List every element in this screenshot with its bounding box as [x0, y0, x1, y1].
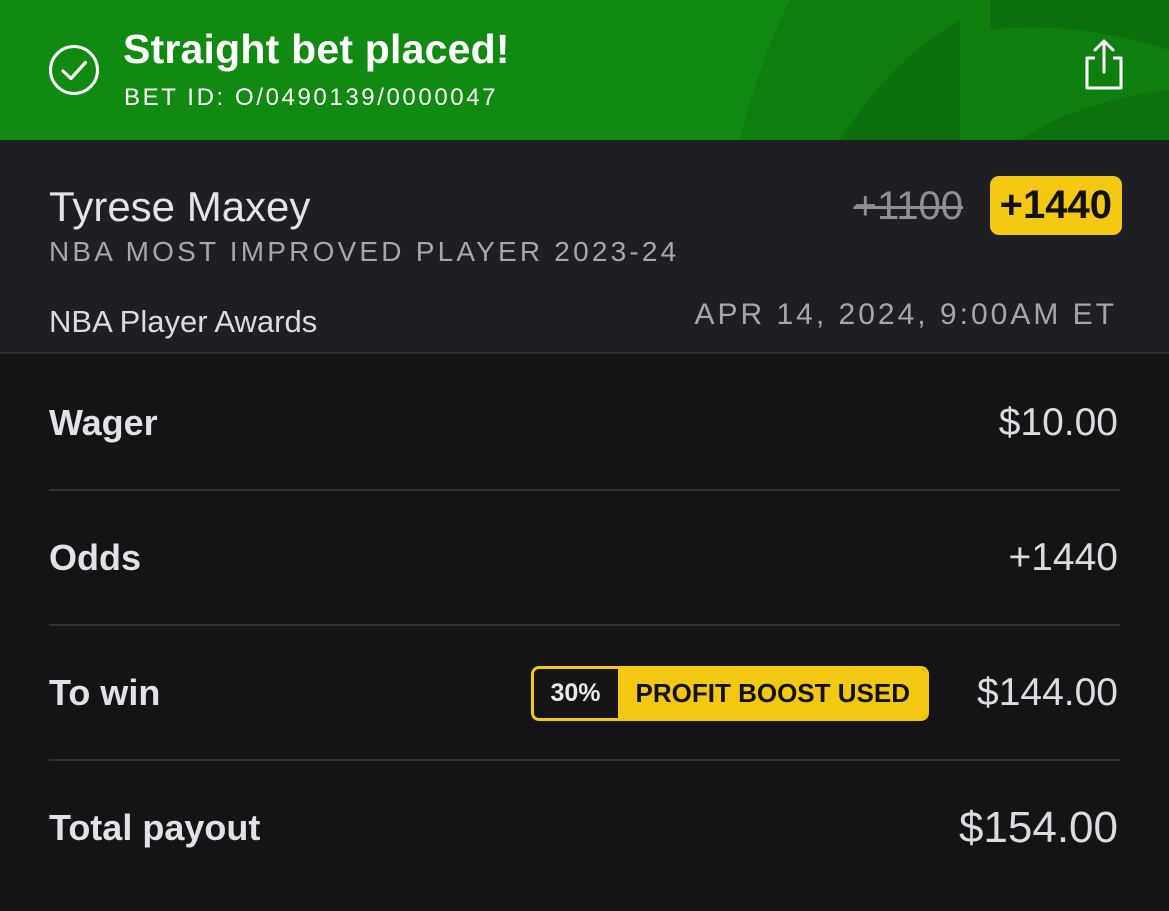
bet-confirmation-screen: Straight bet placed! BET ID: O/0490139/0…: [0, 0, 1169, 911]
to-win-label: To win: [49, 672, 161, 713]
share-icon[interactable]: [1080, 38, 1128, 92]
total-payout-row: Total payout $154.00: [49, 761, 1120, 896]
odds-label: Odds: [49, 537, 142, 578]
wager-value: $10.00: [998, 401, 1118, 444]
player-name: Tyrese Maxey: [49, 183, 311, 230]
profit-boost-badge: 30% PROFIT BOOST USED: [530, 666, 929, 721]
boost-percent: 30%: [533, 669, 618, 718]
boosted-odds-badge: +1440: [989, 176, 1122, 235]
total-payout-label: Total payout: [49, 807, 261, 848]
market-name: NBA MOST IMPROVED PLAYER 2023-24: [49, 236, 680, 267]
boost-label: PROFIT BOOST USED: [617, 669, 926, 718]
bet-id: BET ID: O/0490139/0000047: [124, 84, 499, 111]
bet-selection-card: Tyrese Maxey NBA MOST IMPROVED PLAYER 20…: [0, 140, 1169, 354]
odds-row: Odds +1440: [49, 491, 1120, 626]
original-odds: +1100: [853, 184, 963, 228]
to-win-value: $144.00: [977, 671, 1118, 714]
wager-label: Wager: [49, 402, 158, 443]
check-circle-icon: [49, 45, 99, 95]
event-time: APR 14, 2024, 9:00AM ET: [694, 298, 1117, 331]
wager-row: Wager $10.00: [49, 356, 1120, 491]
event-name: NBA Player Awards: [49, 304, 318, 339]
odds-value: +1440: [1008, 536, 1118, 579]
to-win-row: To win 30% PROFIT BOOST USED $144.00: [49, 626, 1120, 761]
bet-details: Wager $10.00 Odds +1440 To win 30% PROFI…: [0, 356, 1169, 896]
bet-placed-banner: Straight bet placed! BET ID: O/0490139/0…: [0, 0, 1169, 140]
total-payout-value: $154.00: [958, 803, 1118, 852]
banner-title: Straight bet placed!: [123, 26, 510, 72]
